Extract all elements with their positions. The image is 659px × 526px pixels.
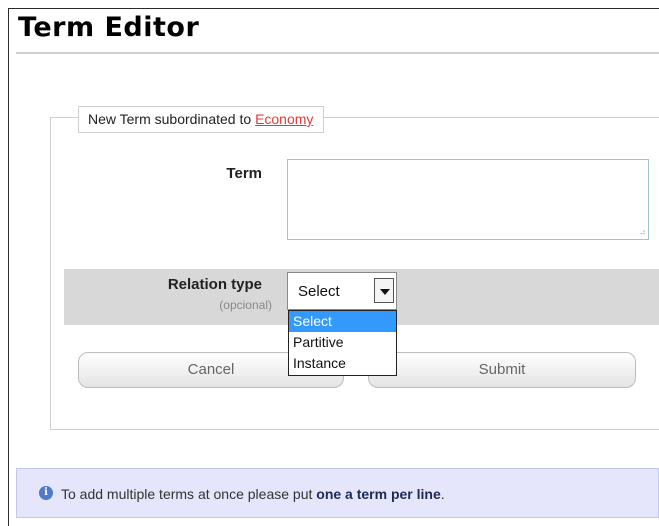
legend-text: New Term subordinated to <box>88 111 256 127</box>
parent-term-link[interactable]: Economy <box>255 111 313 127</box>
info-text-prefix: To add multiple terms at once please put <box>61 486 317 502</box>
term-textarea[interactable]: ⠴ <box>287 159 649 240</box>
title-divider <box>16 52 659 54</box>
info-text-emphasis: one a term per line <box>316 486 441 502</box>
relation-type-optional-note: (opcional) <box>219 298 272 312</box>
resize-handle-icon[interactable]: ⠴ <box>636 227 646 237</box>
relation-type-dropdown: Select Partitive Instance <box>288 310 397 376</box>
page-title: Term Editor <box>18 12 200 43</box>
dropdown-option-select[interactable]: Select <box>289 311 396 332</box>
chevron-down-icon[interactable] <box>374 278 394 303</box>
term-label: Term <box>226 165 262 182</box>
relation-type-label: Relation type <box>167 276 262 293</box>
info-icon: i <box>39 486 53 500</box>
relation-type-selected-value: Select <box>298 283 340 300</box>
info-message: i To add multiple terms at once please p… <box>16 468 659 518</box>
dropdown-option-partitive[interactable]: Partitive <box>289 332 396 353</box>
relation-type-select[interactable]: Select <box>287 272 397 310</box>
submit-button[interactable]: Submit <box>368 352 636 388</box>
info-text: To add multiple terms at once please put… <box>61 486 445 502</box>
fieldset-legend: New Term subordinated to Economy <box>78 106 325 133</box>
dropdown-option-instance[interactable]: Instance <box>289 353 396 374</box>
info-text-suffix: . <box>440 486 445 502</box>
